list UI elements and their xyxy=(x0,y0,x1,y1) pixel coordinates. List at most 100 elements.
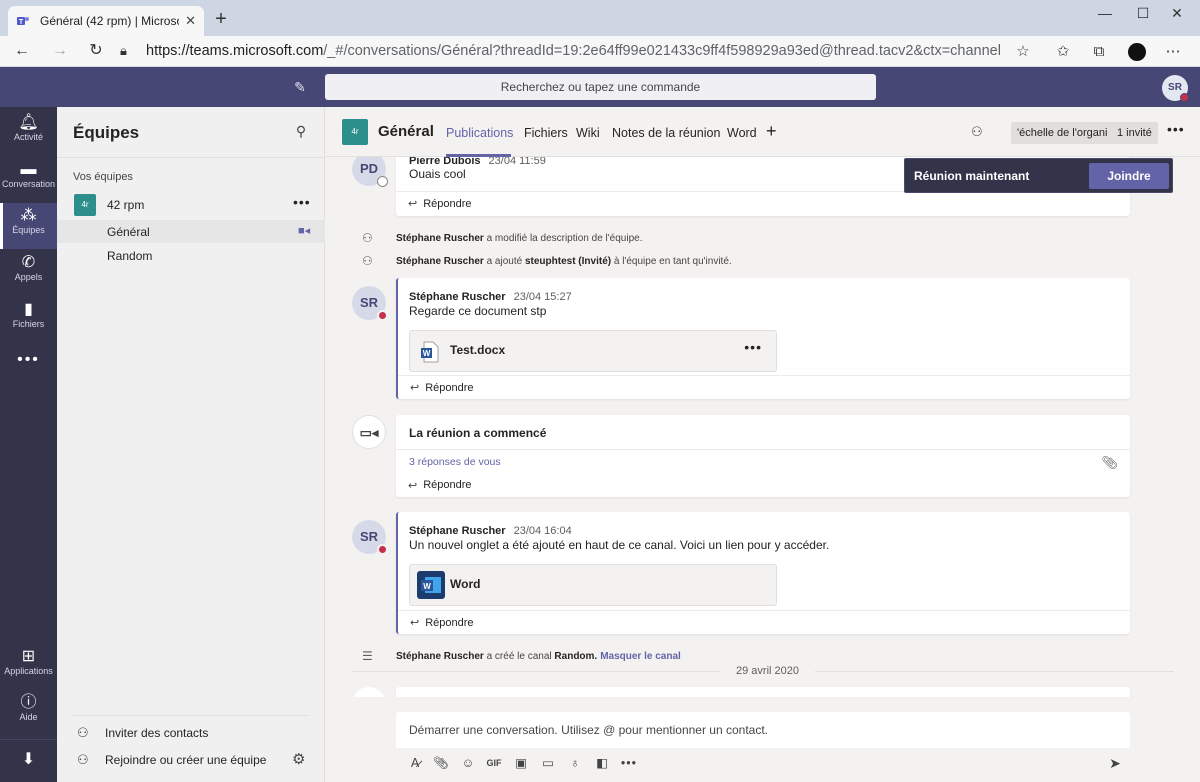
guest-count-badge[interactable]: 1 invité xyxy=(1111,122,1158,144)
channel-header: 4r Général Publications Fichiers Wiki No… xyxy=(326,107,1200,157)
more-options-icon[interactable]: ••• xyxy=(293,194,311,210)
forward-icon[interactable]: → xyxy=(48,40,72,62)
teams-header: ✎ Recherchez ou tapez une commande SR xyxy=(0,67,1200,107)
team-members-icon[interactable]: ⚇ xyxy=(971,124,983,140)
new-chat-icon[interactable]: ✎ xyxy=(290,77,310,97)
trello-icon[interactable]: ◧ xyxy=(593,754,611,772)
paperclip-icon[interactable]: 📎︎ xyxy=(432,754,450,772)
event-text: a ajouté xyxy=(486,255,523,267)
replies-link[interactable]: 3 réponses de vous xyxy=(409,456,501,468)
system-event: ☰ Stéphane Ruscher a créé le canal Rando… xyxy=(362,647,681,665)
reply-label: Répondre xyxy=(423,197,472,210)
favorite-star-icon[interactable]: ☆ xyxy=(1012,41,1034,63)
channel-item-random[interactable]: Random xyxy=(57,244,325,267)
favorites-icon[interactable]: ✩ xyxy=(1052,41,1074,63)
appbar-apps[interactable]: ⊞ Applications xyxy=(0,644,57,690)
profile-icon[interactable] xyxy=(1126,41,1148,63)
tab-publications[interactable]: Publications xyxy=(446,126,513,140)
channel-item-general[interactable]: Général ■◂ xyxy=(57,220,325,243)
appbar-label: Fichiers xyxy=(12,319,45,329)
send-icon[interactable]: ➤ xyxy=(1106,754,1124,772)
appbar-calls[interactable]: ✆ Appels xyxy=(0,250,57,296)
system-event: ⚇ Stéphane Ruscher a modifié la descript… xyxy=(362,229,643,247)
new-tab-button[interactable]: + xyxy=(210,8,232,30)
team-edit-icon: ⚇ xyxy=(362,231,373,245)
praise-icon[interactable]: ♁ xyxy=(566,754,584,772)
meet-now-icon[interactable]: ▭ xyxy=(539,754,557,772)
tab-meeting-notes[interactable]: Notes de la réunion xyxy=(612,126,720,140)
message-feed: PD Pierre Dubois 23/04 11:59 Ouais cool ↩… xyxy=(326,157,1200,697)
reply-button[interactable]: ↩ Répondre xyxy=(396,473,1130,497)
team-item[interactable]: 4r 42 rpm ••• xyxy=(57,192,325,218)
tab-word[interactable]: Word xyxy=(727,126,757,140)
more-options-icon[interactable]: ••• xyxy=(1167,121,1185,137)
meeting-title: La réunion a commencé xyxy=(409,426,547,440)
avatar[interactable]: SR xyxy=(1162,75,1189,102)
hide-channel-link[interactable]: Masquer le canal xyxy=(600,651,681,662)
appbar-help[interactable]: ⓘ Aide xyxy=(0,690,57,736)
emoji-icon[interactable]: ☺ xyxy=(459,754,477,772)
avatar xyxy=(352,687,386,697)
message-card[interactable]: Stéphane Ruscher 23/04 15:27 Regarde ce d… xyxy=(396,278,1130,399)
more-options-icon[interactable]: ••• xyxy=(620,754,638,772)
url-host: https://teams.microsoft.com xyxy=(146,43,324,59)
appbar-chat[interactable]: ▬ Conversation xyxy=(0,157,57,203)
invite-contacts-link[interactable]: ⚇ Inviter des contacts xyxy=(77,723,208,743)
add-member-icon: ⚇ xyxy=(362,254,373,268)
browser-tab[interactable]: T Général (42 rpm) | Microsoft Teams ✕ xyxy=(8,6,204,36)
avatar[interactable]: SR xyxy=(352,520,388,555)
close-tab-icon[interactable]: ✕ xyxy=(185,13,196,29)
tab-link-card[interactable]: W Word xyxy=(409,564,777,606)
browser-menu-icon[interactable]: ⋯ xyxy=(1162,41,1184,63)
search-input[interactable]: Recherchez ou tapez une commande xyxy=(325,74,876,100)
apps-icon: ⊞ xyxy=(21,648,36,665)
filter-icon[interactable]: ⚲ xyxy=(291,123,311,143)
add-tab-icon[interactable]: + xyxy=(766,121,777,142)
gif-icon[interactable]: GIF xyxy=(485,754,503,772)
appbar-label: Applications xyxy=(4,666,53,676)
close-window-icon[interactable]: ✕ xyxy=(1154,0,1200,28)
join-label: Rejoindre ou créer une équipe xyxy=(105,753,267,767)
download-app-icon[interactable]: ⬇ xyxy=(0,739,57,781)
sticker-icon[interactable]: ▣ xyxy=(512,754,530,772)
message-card[interactable]: Stéphane Ruscher 23/04 16:04 Un nouvel on… xyxy=(396,512,1130,634)
reply-arrow-icon: ↩ xyxy=(410,617,420,629)
back-icon[interactable]: ← xyxy=(10,40,34,62)
more-options-icon[interactable]: ••• xyxy=(744,339,762,355)
url-field[interactable]: 🔒︎ https://teams.microsoft.com/_#/conver… xyxy=(120,39,1040,63)
message-time: 23/04 11:59 xyxy=(488,157,546,167)
format-icon[interactable]: A̷ xyxy=(406,754,424,772)
tab-wiki[interactable]: Wiki xyxy=(576,126,600,140)
status-offline-icon xyxy=(377,176,388,187)
reply-button[interactable]: ↩ Répondre xyxy=(396,191,1130,215)
message-text: Un nouvel onglet a été ajouté en haut de… xyxy=(409,538,830,552)
more-apps-icon[interactable]: ••• xyxy=(0,347,57,393)
join-create-team-link[interactable]: ⚇ Rejoindre ou créer une équipe xyxy=(77,750,266,770)
reply-label: Répondre xyxy=(423,479,472,491)
org-scale-badge[interactable]: 'échelle de l'organi xyxy=(1011,122,1114,144)
event-actor: Stéphane Ruscher xyxy=(396,650,484,662)
join-meeting-button[interactable]: Joindre xyxy=(1089,163,1169,189)
appbar-teams[interactable]: ⁂ Équipes xyxy=(0,203,57,249)
file-name: Test.docx xyxy=(450,343,506,357)
appbar-files[interactable]: ▮ Fichiers xyxy=(0,297,57,343)
appbar-label: Activité xyxy=(13,132,43,142)
gear-icon[interactable]: ⚙ xyxy=(292,750,305,768)
status-busy-icon xyxy=(1180,93,1189,102)
compose-input[interactable]: Démarrer une conversation. Utilisez @ po… xyxy=(396,712,1130,748)
appbar-label: Conversation xyxy=(1,179,56,189)
avatar[interactable]: PD xyxy=(352,157,388,187)
channel-title: Général xyxy=(378,123,434,140)
tab-files[interactable]: Fichiers xyxy=(524,126,568,140)
meeting-card[interactable]: La réunion a commencé 3 réponses de vous… xyxy=(396,415,1130,497)
message-header: Stéphane Ruscher 23/04 15:27 xyxy=(409,289,572,303)
reply-button[interactable]: ↩ Répondre xyxy=(398,375,1130,399)
channel-icon: ☰ xyxy=(362,649,373,663)
reply-button[interactable]: ↩ Répondre xyxy=(398,610,1130,634)
avatar[interactable]: SR xyxy=(352,286,388,321)
section-header: Vos équipes xyxy=(73,171,133,183)
file-attachment[interactable]: W Test.docx ••• xyxy=(409,330,777,372)
collections-icon[interactable]: ⧉ xyxy=(1088,41,1110,63)
refresh-icon[interactable]: ↻ xyxy=(84,40,108,62)
appbar-activity[interactable]: 🔔︎ Activité xyxy=(0,110,57,156)
